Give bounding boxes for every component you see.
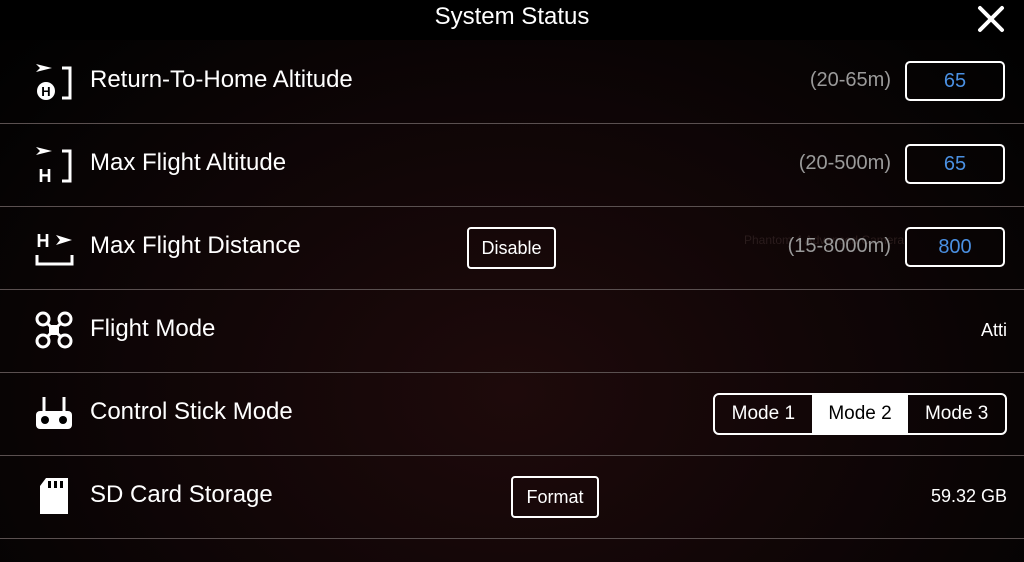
- range-hint: (20-500m): [798, 152, 891, 174]
- max-altitude-icon: H: [34, 144, 74, 186]
- settings-row-flight-mode: Flight Mode Atti: [0, 290, 1024, 373]
- mode-3-option[interactable]: Mode 3: [908, 395, 1005, 433]
- rth-altitude-input[interactable]: 65: [905, 61, 1005, 101]
- header-bar: System Status: [0, 0, 1024, 40]
- settings-row-max-altitude: H Max Flight Altitude (20-500m) 65: [0, 124, 1024, 207]
- svg-text:H: H: [39, 166, 52, 184]
- settings-row-control-stick-mode: Control Stick Mode Mode 1 Mode 2 Mode 3: [0, 373, 1024, 456]
- range-hint: (15-8000m): [787, 235, 891, 257]
- max-altitude-input[interactable]: 65: [905, 144, 1005, 184]
- return-home-altitude-icon: H: [34, 61, 74, 101]
- row-label: SD Card Storage: [90, 481, 273, 508]
- system-status-screen: System Status Phantom 4 Advanced Camera …: [0, 0, 1024, 562]
- max-distance-input[interactable]: 800: [905, 227, 1005, 267]
- sd-card-icon: [34, 476, 74, 516]
- page-title: System Status: [434, 3, 590, 30]
- disable-button[interactable]: Disable: [467, 227, 556, 269]
- mode-1-option[interactable]: Mode 1: [715, 395, 812, 433]
- svg-text:H: H: [37, 231, 50, 251]
- svg-text:H: H: [41, 84, 50, 99]
- sd-card-capacity: 59.32 GB: [930, 486, 1007, 506]
- row-label: Max Flight Altitude: [90, 149, 287, 176]
- row-label: Flight Mode: [90, 315, 216, 342]
- remote-controller-icon: [34, 393, 74, 433]
- format-button[interactable]: Format: [511, 476, 599, 518]
- mode-2-option[interactable]: Mode 2: [811, 395, 909, 433]
- flight-mode-value: Atti: [980, 320, 1007, 340]
- max-distance-icon: H: [34, 227, 74, 267]
- close-icon[interactable]: [976, 4, 1006, 34]
- settings-row-rth-altitude: H Return-To-Home Altitude (20-65m) 65: [0, 41, 1024, 124]
- settings-row-max-distance: H Max Flight Distance Disable (15-8000m)…: [0, 207, 1024, 290]
- range-hint: (20-65m): [809, 69, 891, 91]
- settings-row-sd-card: SD Card Storage Format 59.32 GB: [0, 456, 1024, 539]
- row-label: Return-To-Home Altitude: [90, 66, 353, 93]
- stick-mode-selector: Mode 1 Mode 2 Mode 3: [713, 393, 1007, 435]
- row-label: Max Flight Distance: [90, 232, 301, 259]
- drone-icon: [34, 310, 74, 350]
- row-label: Control Stick Mode: [90, 398, 293, 425]
